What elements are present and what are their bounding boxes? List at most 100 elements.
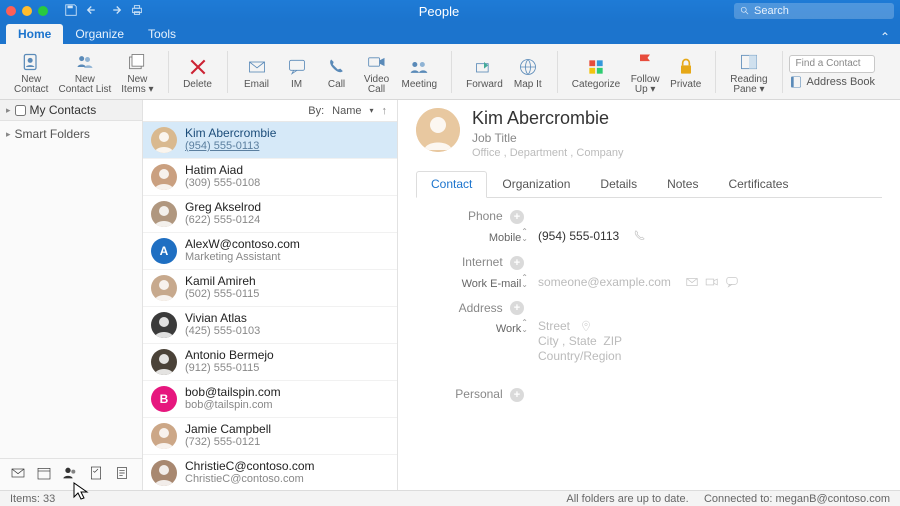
my-contacts-label: My Contacts — [30, 103, 97, 117]
contact-name-label: Antonio Bermejo — [185, 349, 274, 362]
save-icon[interactable] — [64, 3, 78, 20]
tab-details[interactable]: Details — [585, 171, 652, 197]
contact-list-item[interactable]: Kim Abercrombie(954) 555-0113 — [143, 122, 397, 159]
contact-avatar: A — [151, 238, 177, 264]
address-book-button[interactable]: Address Book — [789, 75, 875, 89]
contact-list-item[interactable]: Hatim Aiad(309) 555-0108 — [143, 159, 397, 196]
new-items-button[interactable]: NewItems ▾ — [117, 47, 157, 99]
window-controls — [6, 6, 48, 16]
item-count: Items: 33 — [10, 493, 55, 505]
add-phone-icon[interactable]: + — [510, 210, 524, 224]
tab-tools[interactable]: Tools — [136, 24, 188, 44]
contact-list-item[interactable]: Antonio Bermejo(912) 555-0115 — [143, 344, 397, 381]
find-contact-field[interactable]: Find a Contact — [789, 55, 875, 73]
im-action-icon[interactable] — [725, 275, 739, 289]
contact-list-item[interactable]: A AlexW@contoso.comMarketing Assistant — [143, 233, 397, 270]
tab-home[interactable]: Home — [6, 24, 63, 44]
contact-sub-label: (954) 555-0113 — [185, 140, 276, 153]
nav-switcher — [0, 458, 142, 490]
email-action-icon[interactable] — [685, 275, 699, 289]
redo-icon[interactable] — [108, 3, 122, 20]
sidebar-my-contacts[interactable]: ▸ My Contacts — [0, 100, 142, 121]
contact-sub-label: (425) 555-0103 — [185, 325, 260, 338]
contact-avatar — [151, 423, 177, 449]
map-pin-icon[interactable] — [580, 320, 592, 332]
my-contacts-checkbox[interactable] — [15, 105, 26, 116]
contact-list-item[interactable]: Kamil Amireh(502) 555-0115 — [143, 270, 397, 307]
contact-name-label: Vivian Atlas — [185, 312, 260, 325]
undo-icon[interactable] — [86, 3, 100, 20]
contact-sub-label: Marketing Assistant — [185, 251, 300, 264]
tab-organization[interactable]: Organization — [487, 171, 585, 197]
zoom-window[interactable] — [38, 6, 48, 16]
search-placeholder: Search — [754, 5, 789, 17]
delete-button[interactable]: Delete — [179, 47, 217, 99]
minimize-window[interactable] — [22, 6, 32, 16]
contact-name-label: bob@tailspin.com — [185, 386, 281, 399]
detail-tabs: Contact Organization Details Notes Certi… — [416, 171, 882, 198]
work-address-field[interactable]: Street City , State ZIP Country/Region — [538, 319, 622, 364]
contact-list-item[interactable]: Vivian Atlas(425) 555-0103 — [143, 307, 397, 344]
window-title: People — [144, 4, 734, 19]
contact-name-label: ChristieC@contoso.com — [185, 460, 315, 473]
ribbon-tabs: Home Organize Tools ⌃ — [0, 22, 900, 44]
contact-sub-label: bob@tailspin.com — [185, 399, 281, 412]
list-sort-header[interactable]: By: Name▾ ↑ — [143, 100, 397, 122]
job-title-field[interactable]: Job Title — [472, 131, 623, 145]
im-button[interactable]: IM — [278, 47, 316, 99]
contact-list-item[interactable]: Bbob@tailspin.combob@tailspin.com — [143, 381, 397, 418]
mobile-value[interactable]: (954) 555-0113 — [538, 229, 619, 243]
categorize-button[interactable]: Categorize — [568, 47, 624, 99]
contact-sub-label: (912) 555-0115 — [185, 362, 274, 375]
new-contact-list-button[interactable]: NewContact List — [54, 47, 115, 99]
private-button[interactable]: Private — [666, 47, 705, 99]
contact-avatar — [151, 127, 177, 153]
tab-contact[interactable]: Contact — [416, 171, 487, 198]
add-internet-icon[interactable]: + — [510, 256, 524, 270]
contact-list-item[interactable]: Jamie Campbell(732) 555-0121 — [143, 418, 397, 455]
forward-button[interactable]: Forward — [462, 47, 507, 99]
call-button[interactable]: Call — [318, 47, 356, 99]
contact-name-label: Jamie Campbell — [185, 423, 271, 436]
notes-icon[interactable] — [114, 465, 130, 484]
contact-avatar — [151, 164, 177, 190]
contact-name-label: AlexW@contoso.com — [185, 238, 300, 251]
tab-organize[interactable]: Organize — [63, 24, 136, 44]
search-icon — [740, 6, 750, 16]
email-button[interactable]: Email — [238, 47, 276, 99]
contact-sub-label: ChristieC@contoso.com — [185, 473, 315, 486]
meeting-button[interactable]: Meeting — [398, 47, 442, 99]
contact-avatar — [151, 460, 177, 486]
sidebar: ▸ My Contacts ▸Smart Folders — [0, 100, 143, 490]
print-icon[interactable] — [130, 3, 144, 20]
video-call-button[interactable]: VideoCall — [358, 47, 396, 99]
contact-list-item[interactable]: ChristieC@contoso.comChristieC@contoso.c… — [143, 455, 397, 490]
follow-up-button[interactable]: FollowUp ▾ — [626, 47, 664, 99]
map-it-button[interactable]: Map It — [509, 47, 547, 99]
new-contact-button[interactable]: NewContact — [10, 47, 52, 99]
work-email-field[interactable]: someone@example.com — [538, 275, 671, 289]
add-personal-icon[interactable]: + — [510, 388, 524, 402]
status-bar: Items: 33 All folders are up to date. Co… — [0, 490, 900, 506]
sidebar-smart-folders[interactable]: ▸Smart Folders — [0, 121, 142, 147]
tasks-icon[interactable] — [88, 465, 104, 484]
mail-icon[interactable] — [10, 465, 26, 484]
people-icon[interactable] — [62, 465, 78, 484]
contact-list-item[interactable]: Greg Akselrod(622) 555-0124 — [143, 196, 397, 233]
sync-status: All folders are up to date. — [566, 493, 688, 505]
contact-name-label: Greg Akselrod — [185, 201, 261, 214]
calendar-icon[interactable] — [36, 465, 52, 484]
add-address-icon[interactable]: + — [510, 301, 524, 315]
contact-avatar — [151, 201, 177, 227]
phone-action-icon[interactable] — [633, 229, 647, 243]
close-window[interactable] — [6, 6, 16, 16]
contact-list-column: By: Name▾ ↑ Kim Abercrombie(954) 555-011… — [143, 100, 398, 490]
org-fields[interactable]: Office , Department , Company — [472, 147, 623, 159]
tab-certificates[interactable]: Certificates — [713, 171, 803, 197]
collapse-ribbon-icon[interactable]: ⌃ — [880, 30, 890, 44]
connection-status: Connected to: meganB@contoso.com — [704, 493, 890, 505]
video-action-icon[interactable] — [705, 275, 719, 289]
reading-pane-button[interactable]: ReadingPane ▾ — [726, 47, 771, 99]
tab-notes[interactable]: Notes — [652, 171, 713, 197]
global-search[interactable]: Search — [734, 3, 894, 19]
